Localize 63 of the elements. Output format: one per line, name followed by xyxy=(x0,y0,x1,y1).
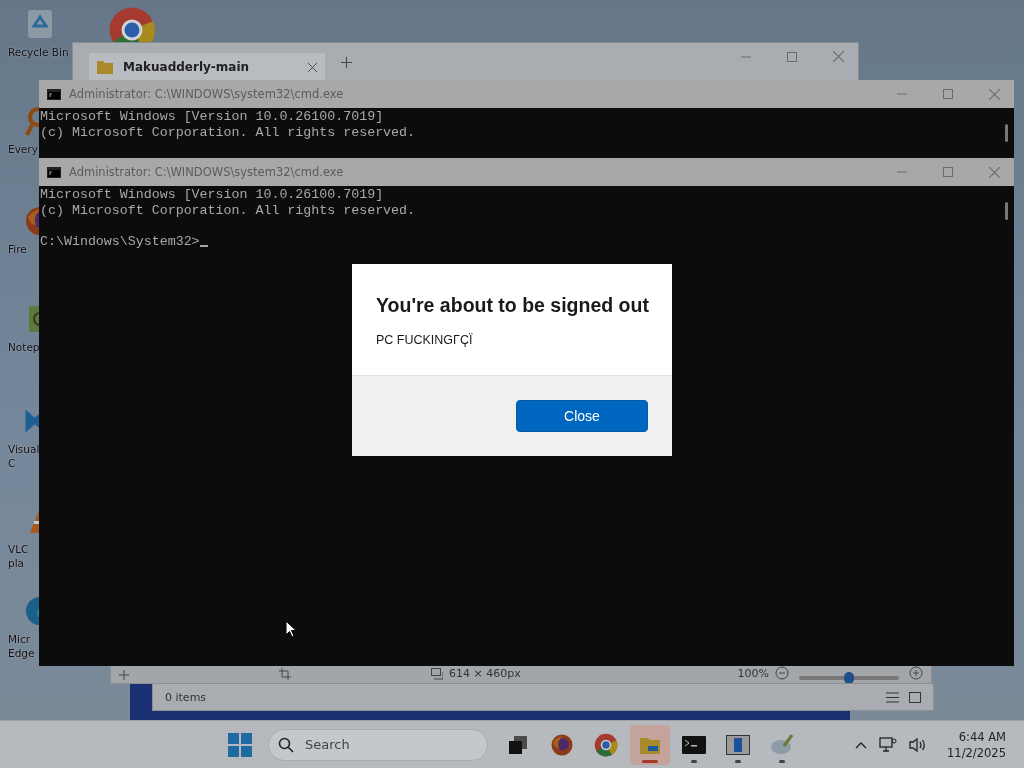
console-line: (c) Microsoft Corporation. All rights reserved. xyxy=(40,202,416,219)
folder-tab[interactable]: Makuadderly-main xyxy=(89,53,325,81)
zoom-in-icon[interactable] xyxy=(909,666,923,680)
firefox-icon[interactable] xyxy=(550,732,574,757)
magnifier-icon[interactable] xyxy=(24,105,39,137)
edge-icon[interactable] xyxy=(24,595,39,627)
console-icon xyxy=(47,88,61,100)
list-view-icon[interactable] xyxy=(886,691,899,703)
scrollbar-thumb[interactable] xyxy=(1005,202,1008,220)
chevron-up-icon[interactable] xyxy=(855,740,868,749)
console-line: Microsoft Windows [Version 10.0.26100.7019] xyxy=(40,187,384,203)
desktop-icon-label: Micr xyxy=(8,633,31,645)
desktop-icon-label: Recycle Bin xyxy=(8,46,69,58)
search-icon xyxy=(278,736,294,753)
clock-date: 11/2/2025 xyxy=(947,744,1006,761)
desktop-icon-label: Every xyxy=(8,143,38,155)
mouse-pointer-icon xyxy=(285,620,297,638)
close-icon[interactable] xyxy=(989,88,1000,100)
desktop-icon-label: Edge xyxy=(8,647,35,659)
desktop-icon-label: Notep xyxy=(8,341,40,353)
window-title: Administrator: C:\WINDOWS\system32\cmd.exe xyxy=(69,87,345,101)
volume-icon[interactable] xyxy=(909,736,928,753)
maximize-icon[interactable] xyxy=(943,167,953,177)
console-line: (c) Microsoft Corporation. All rights reserved. xyxy=(40,124,416,141)
zoom-percent: 100% xyxy=(737,667,769,680)
clock[interactable]: 6:44 AM 11/2/2025 xyxy=(947,728,1006,761)
command-prompt: C:\Windows\System32> xyxy=(40,233,200,250)
close-icon[interactable] xyxy=(833,51,844,62)
desktop-icon-label: VLC xyxy=(8,543,29,555)
desktop-icon-label: Visual xyxy=(8,443,40,455)
dialog-title: You're about to be signed out xyxy=(376,294,648,317)
tiles-view-icon[interactable] xyxy=(909,691,921,703)
search-field[interactable]: Search xyxy=(268,728,488,761)
dialog-message: PC FUCKINGΓÇÏ xyxy=(376,333,474,347)
scrollbar-thumb[interactable] xyxy=(1005,124,1008,142)
folder-icon xyxy=(97,60,113,74)
item-count: 0 items xyxy=(165,690,207,704)
close-icon[interactable] xyxy=(989,166,1000,178)
tab-title: Makuadderly-main xyxy=(123,60,251,74)
chrome-icon[interactable] xyxy=(594,732,618,757)
image-dimensions: 614 × 460px xyxy=(449,667,521,680)
stacked-windows-icon[interactable] xyxy=(508,734,528,755)
plus-icon[interactable] xyxy=(341,57,352,68)
resize-icon[interactable] xyxy=(431,668,443,680)
console-line: Microsoft Windows [Version 10.0.26100.7019] xyxy=(40,109,384,125)
terminal-icon[interactable] xyxy=(682,735,706,754)
plus-icon[interactable] xyxy=(119,670,129,680)
close-button[interactable]: Close xyxy=(516,400,648,432)
network-icon[interactable] xyxy=(879,736,898,753)
clock-time: 6:44 AM xyxy=(958,728,1006,745)
desktop-icon-label: C xyxy=(8,457,16,469)
palette-icon[interactable] xyxy=(770,733,794,756)
desktop-icon-label: pla xyxy=(8,557,25,569)
close-icon[interactable] xyxy=(308,62,317,72)
start-icon[interactable] xyxy=(228,732,252,757)
window-title: Administrator: C:\WINDOWS\system32\cmd.exe xyxy=(69,165,345,179)
crop-icon[interactable] xyxy=(279,668,291,680)
console-icon xyxy=(47,166,61,178)
window-icon[interactable] xyxy=(726,734,750,755)
maximize-icon[interactable] xyxy=(943,89,953,99)
zoom-out-icon[interactable] xyxy=(775,666,789,680)
maximize-icon[interactable] xyxy=(787,51,797,62)
desktop-icon-label: Fire xyxy=(8,243,27,255)
